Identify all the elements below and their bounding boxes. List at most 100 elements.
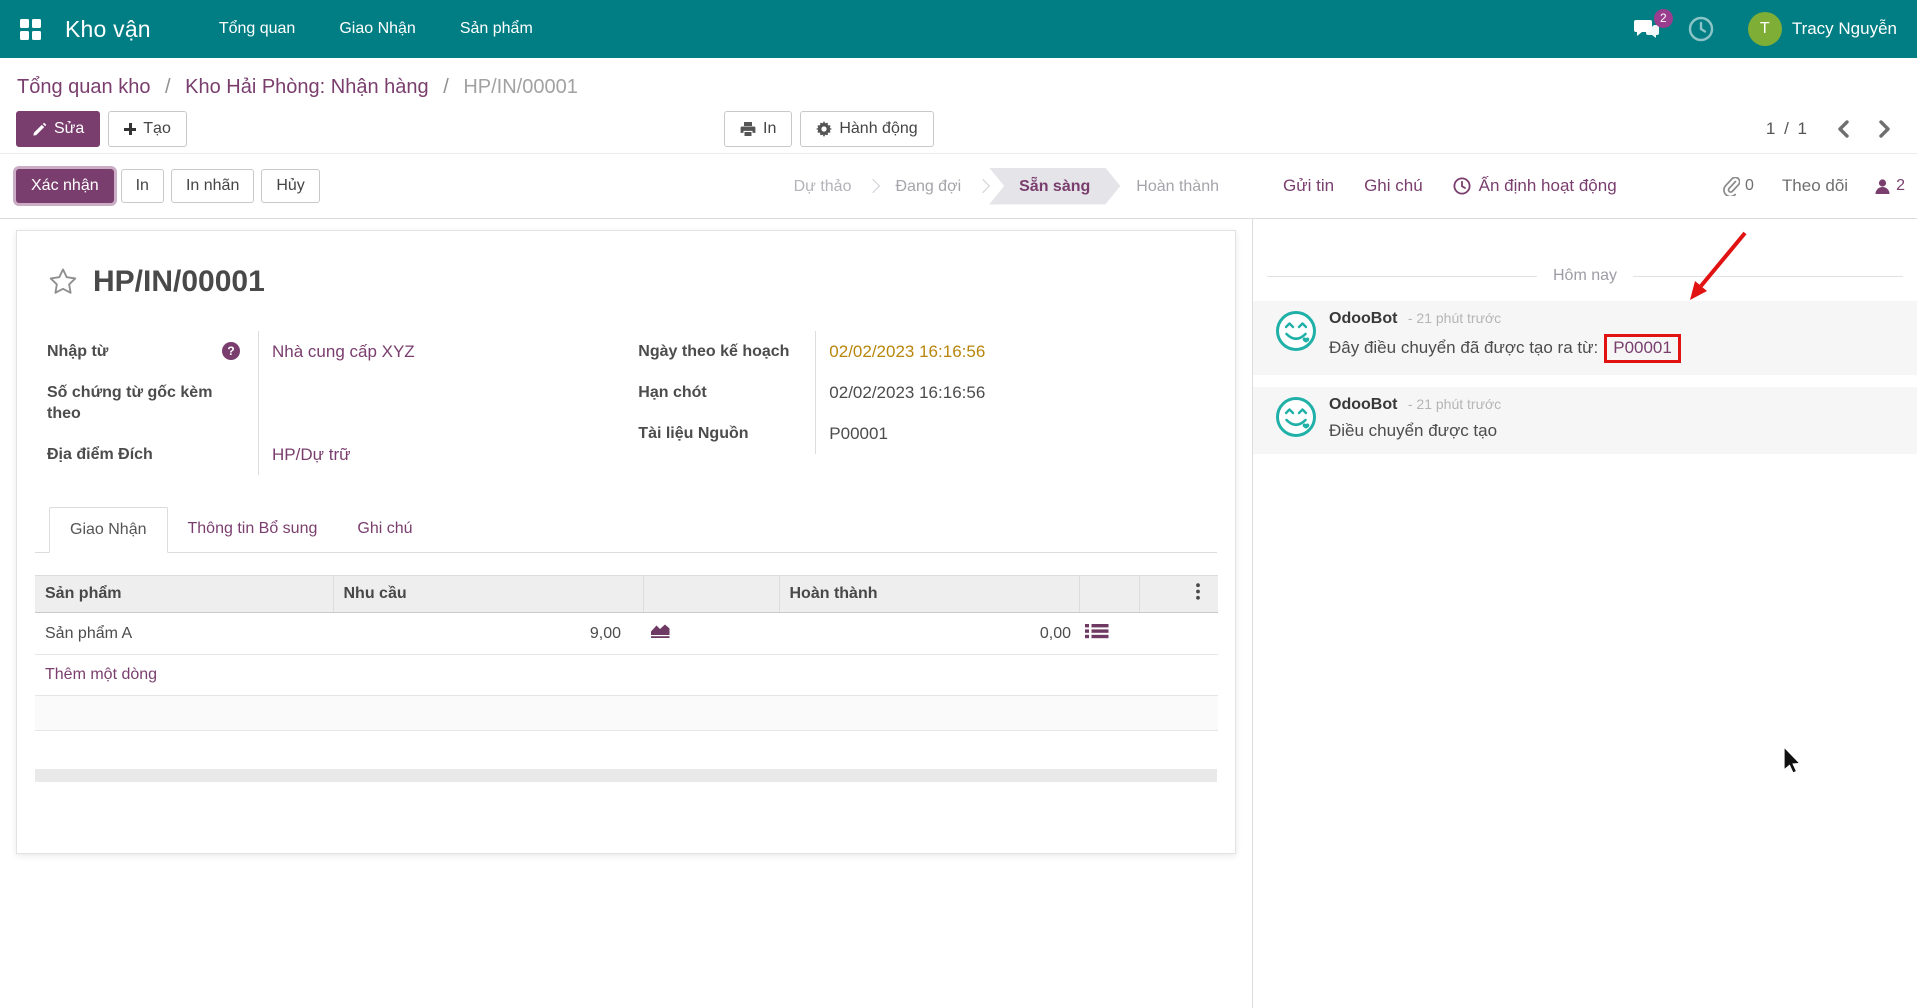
main-menu: Tổng quan Giao Nhận Sản phẩm	[197, 0, 555, 58]
message-text: Đây điều chuyển đã được tạo ra từ:	[1329, 338, 1599, 357]
message-timestamp: - 21 phút trước	[1407, 396, 1502, 412]
favorite-star-icon[interactable]	[47, 266, 79, 298]
plus-icon	[124, 123, 137, 135]
column-header-product[interactable]: Sản phẩm	[35, 575, 334, 613]
step-draft[interactable]: Dự thảo	[778, 168, 868, 205]
tab-additional-info[interactable]: Thông tin Bổ sung	[168, 507, 338, 552]
pager-previous-icon[interactable]	[1835, 119, 1851, 139]
column-header-demand[interactable]: Nhu cầu	[333, 575, 644, 613]
field-row-receive-from: Nhập từ ? Nhà cung cấp XYZ	[47, 331, 620, 372]
tab-operations[interactable]: Giao Nhận	[49, 507, 168, 553]
tab-note[interactable]: Ghi chú	[337, 507, 432, 552]
schedule-activity-button[interactable]: Ấn định hoạt động	[1453, 176, 1617, 196]
source-transfer-link[interactable]: P00001	[1613, 338, 1672, 357]
attachments-button[interactable]: 0	[1723, 176, 1754, 196]
field-label: Địa điểm Đích	[47, 446, 153, 463]
control-panel: Sửa Tạo In Hành động 1 / 1	[0, 105, 1917, 153]
user-name[interactable]: Tracy Nguyễn	[1792, 19, 1897, 39]
location-link[interactable]: HP/Dự trữ	[272, 445, 350, 464]
field-label: Ngày theo kế hoạch	[638, 343, 790, 360]
message-author[interactable]: OdooBot	[1329, 396, 1397, 413]
follower-count: 2	[1896, 177, 1905, 194]
breadcrumb-link-overview[interactable]: Tổng quan kho	[17, 76, 150, 98]
field-group-right: Ngày theo kế hoạch 02/02/2023 16:16:56 H…	[638, 331, 1211, 475]
step-done[interactable]: Hoàn thành	[1120, 168, 1235, 205]
form-sheet: HP/IN/00001 Nhập từ ? Nhà cung cấp XYZ S…	[16, 230, 1236, 854]
apps-menu-icon[interactable]	[20, 18, 41, 40]
form-pane: HP/IN/00001 Nhập từ ? Nhà cung cấp XYZ S…	[0, 219, 1253, 1008]
chatter-toolbar-right: 0 Theo dõi 2	[1723, 176, 1905, 196]
breadcrumb: Tổng quan kho / Kho Hải Phòng: Nhận hàng…	[0, 58, 1917, 105]
optional-columns-toggle[interactable]	[1139, 575, 1218, 613]
field-label: Số chứng từ gốc kèm theo	[47, 384, 213, 422]
pencil-icon	[33, 122, 47, 136]
partner-link[interactable]: Nhà cung cấp XYZ	[272, 342, 415, 361]
source-ref-value: P00001	[829, 424, 888, 443]
send-message-button[interactable]: Gửi tin	[1283, 176, 1334, 196]
print-button[interactable]: In	[724, 111, 793, 147]
date-divider: Hôm nay	[1267, 267, 1903, 285]
table-row[interactable]: Sản phẩm A 9,00 0,00	[35, 612, 1218, 655]
add-line-row: Thêm một dòng	[35, 654, 1218, 696]
field-row-source-document: Số chứng từ gốc kèm theo	[47, 372, 620, 434]
breadcrumb-current: HP/IN/00001	[463, 76, 578, 98]
chevron-right-icon	[866, 178, 881, 194]
field-row-source-ref: Tài liệu Nguồn P00001	[638, 413, 1211, 454]
followers-button[interactable]: 2	[1874, 177, 1905, 195]
message-author[interactable]: OdooBot	[1329, 310, 1397, 327]
forecast-chart-button[interactable]	[643, 612, 779, 655]
step-waiting[interactable]: Đang đợi	[879, 168, 977, 205]
user-avatar[interactable]: T	[1747, 12, 1782, 46]
chatter-message: OdooBot - 21 phút trước Đây điều chuyển …	[1253, 301, 1917, 375]
add-line-link[interactable]: Thêm một dòng	[35, 654, 1218, 696]
print-label-button[interactable]: In nhãn	[170, 169, 255, 203]
cancel-button[interactable]: Hủy	[261, 169, 320, 203]
form-statusbar: Xác nhận In In nhãn Hủy Dự thảo Đang đợi…	[0, 154, 1253, 218]
menu-item-overview[interactable]: Tổng quan	[197, 0, 318, 58]
navbar-right: 2 T Tracy Nguyễn	[1605, 9, 1897, 46]
statusbar-row: Xác nhận In In nhãn Hủy Dự thảo Đang đợi…	[0, 153, 1917, 219]
field-row-deadline: Hạn chót 02/02/2023 16:16:56	[638, 372, 1211, 413]
message-text: Điều chuyển được tạo	[1329, 421, 1498, 440]
scheduled-date-value[interactable]: 02/02/2023 16:16:56	[816, 331, 985, 372]
messages-icon[interactable]: 2	[1633, 9, 1673, 40]
list-icon	[1085, 624, 1109, 639]
pager-count: 1 / 1	[1765, 119, 1809, 138]
activities-clock-icon[interactable]	[1688, 16, 1714, 42]
menu-item-operations[interactable]: Giao Nhận	[317, 0, 438, 58]
cell-done[interactable]: 0,00	[779, 612, 1079, 655]
sheet-spacer	[35, 731, 1217, 769]
breadcrumb-separator: /	[443, 76, 449, 98]
edit-button[interactable]: Sửa	[16, 111, 101, 147]
odoo-inventory-receipt-page: Kho vận Tổng quan Giao Nhận Sản phẩm 2 T	[0, 0, 1917, 1008]
breadcrumb-separator: /	[165, 76, 171, 98]
log-note-button[interactable]: Ghi chú	[1364, 176, 1423, 196]
action-button[interactable]: Hành động	[800, 111, 934, 147]
odoobot-avatar	[1275, 396, 1317, 443]
validate-button[interactable]: Xác nhận	[16, 169, 114, 203]
help-icon[interactable]: ?	[222, 342, 240, 360]
create-button[interactable]: Tạo	[108, 111, 187, 147]
follow-button[interactable]: Theo dõi	[1782, 176, 1848, 196]
notebook-tabs: Giao Nhận Thông tin Bổ sung Ghi chú	[35, 507, 1217, 553]
app-title[interactable]: Kho vận	[65, 16, 151, 43]
breadcrumb-link-operation[interactable]: Kho Hải Phòng: Nhận hàng	[185, 76, 429, 98]
chatter-pane: Hôm nay OdooBot - 21 phút trước Đây điều…	[1253, 219, 1917, 1008]
column-header-empty	[643, 575, 780, 613]
paperclip-icon	[1723, 176, 1741, 196]
menu-item-products[interactable]: Sản phẩm	[438, 0, 555, 58]
print-report-button[interactable]: In	[120, 169, 164, 203]
step-ready-active[interactable]: Sẵn sàng	[989, 168, 1120, 205]
field-value-empty[interactable]	[259, 372, 272, 434]
cell-demand[interactable]: 9,00	[333, 612, 643, 655]
pager-next-icon[interactable]	[1877, 119, 1893, 139]
cell-product[interactable]: Sản phẩm A	[35, 612, 333, 655]
column-header-done[interactable]: Hoàn thành	[779, 575, 1080, 613]
status-steps: Dự thảo Đang đợi Sẵn sàng Hoàn thành	[778, 168, 1235, 205]
horizontal-scrollbar-track[interactable]	[35, 769, 1217, 782]
field-row-destination-location: Địa điểm Đích HP/Dự trữ	[47, 434, 620, 475]
move-lines-table: Sản phẩm Nhu cầu Hoàn thành Sản phẩm A 9…	[35, 575, 1218, 731]
detailed-operations-button[interactable]	[1079, 612, 1139, 655]
chevron-right-icon	[976, 178, 991, 194]
table-header-row: Sản phẩm Nhu cầu Hoàn thành	[35, 575, 1218, 613]
